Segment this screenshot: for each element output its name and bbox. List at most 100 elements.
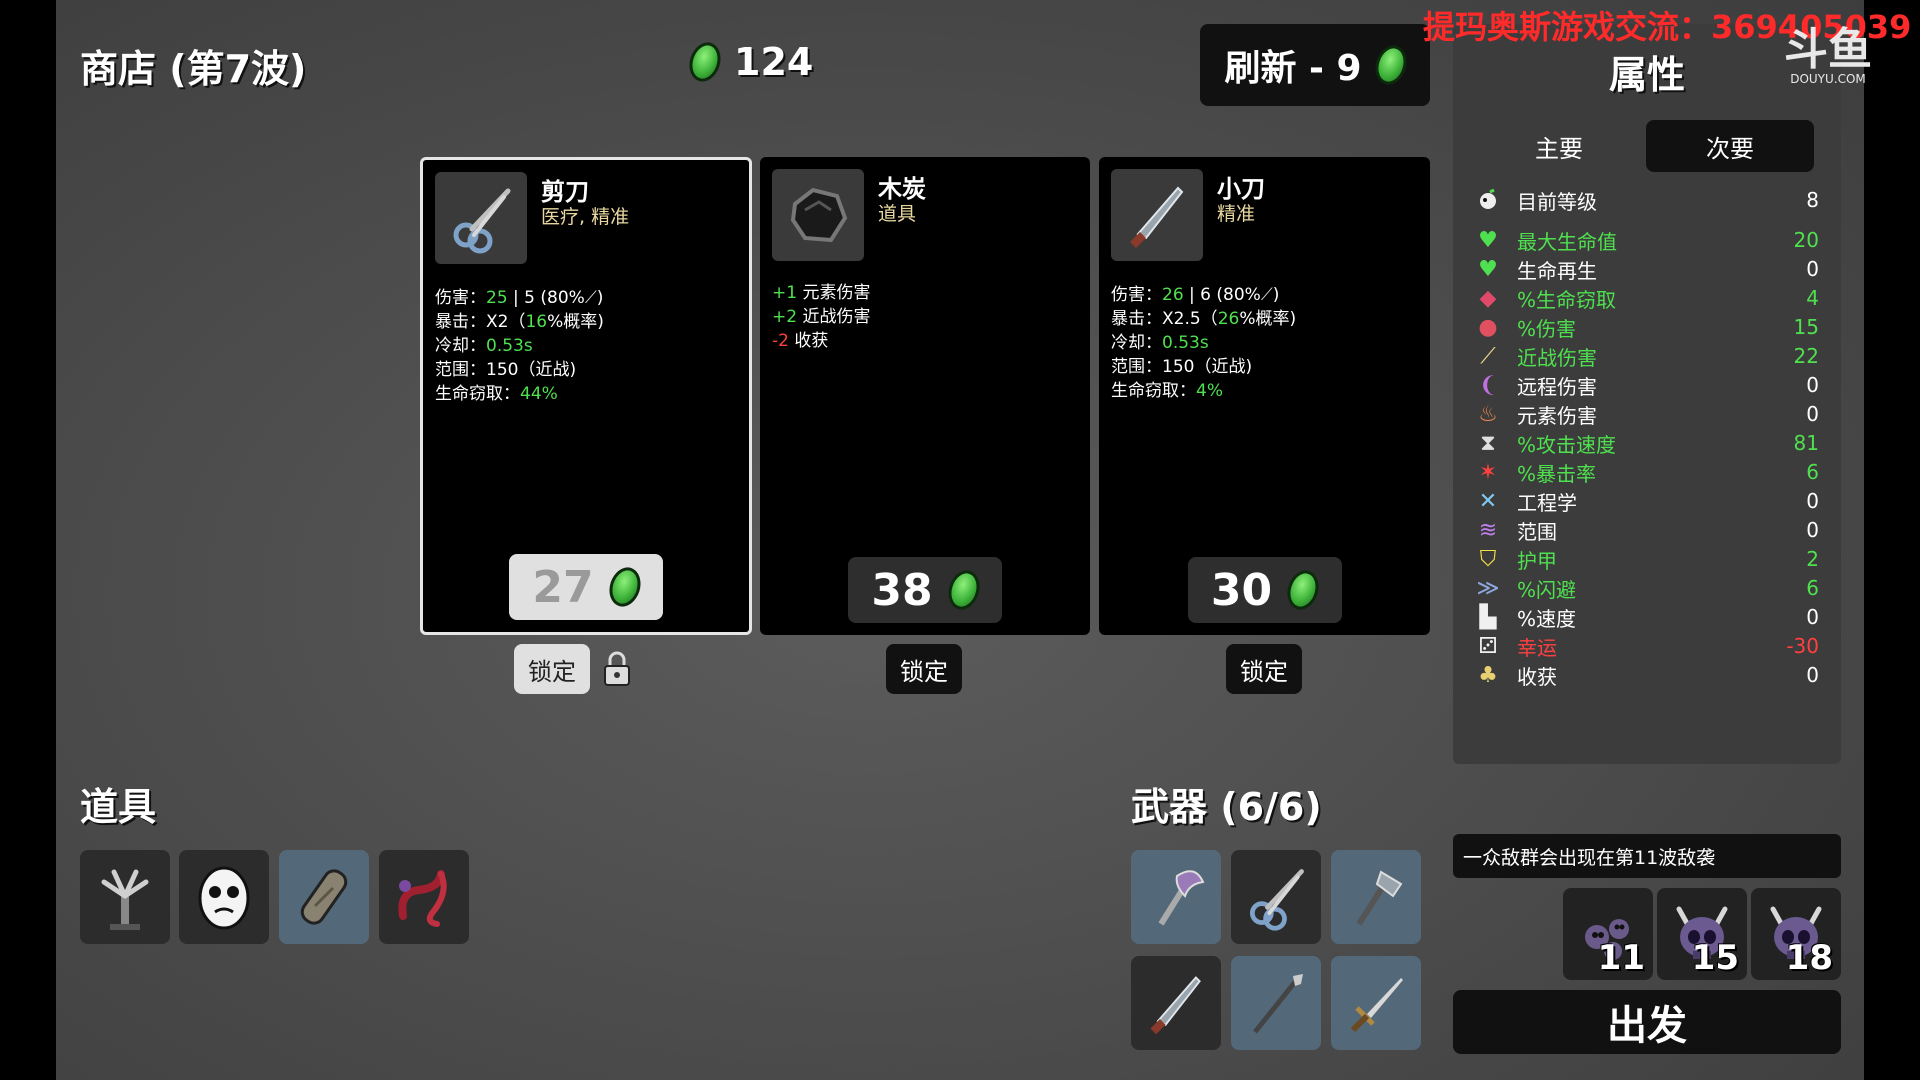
lock-button[interactable]: 锁定 (514, 644, 590, 694)
sword-icon (1350, 978, 1403, 1033)
price-value: 30 (1210, 564, 1273, 616)
item-slot[interactable] (279, 850, 369, 944)
stat-label: 幸运 (1517, 635, 1557, 660)
stat-range: 范围：150（近战) (1111, 357, 1253, 377)
material-coin-icon (1282, 566, 1324, 614)
card-tags: 精准 (1217, 203, 1256, 225)
stat-row: ❨ 远程伤害 0 (1475, 371, 1819, 399)
stat-crit: 暴击：X2.5（26%概率) (1111, 309, 1297, 329)
stat-label: 生命再生 (1517, 258, 1597, 283)
item-slot[interactable] (80, 850, 170, 944)
buy-button[interactable]: 30 (1187, 557, 1342, 623)
material-coin-icon (1370, 41, 1411, 89)
stat-value: 0 (1806, 402, 1819, 426)
item-slot[interactable] (179, 850, 269, 944)
price-value: 27 (532, 561, 594, 613)
stat-value: 2 (1806, 547, 1819, 571)
buy-button[interactable]: 27 (509, 554, 663, 620)
stat-value: 20 (1793, 228, 1819, 252)
weapon-slot[interactable] (1131, 850, 1221, 944)
reroll-button[interactable]: 刷新 - 9 (1200, 24, 1430, 106)
stat-value: 22 (1793, 344, 1819, 368)
wrench-icon: ✕ (1478, 488, 1498, 514)
knife-icon (1150, 976, 1201, 1035)
stat-row: ▙ %速度 0 (1475, 603, 1819, 631)
stat-cooldown: 冷却：0.53s (435, 336, 533, 356)
stat-label: %速度 (1517, 606, 1577, 631)
weapon-slot[interactable] (1331, 956, 1421, 1050)
start-wave-button[interactable]: 出发 (1453, 990, 1841, 1054)
bandage-icon (300, 869, 348, 925)
reroll-label: 刷新 - 9 (1224, 48, 1362, 89)
crit-icon: ✶ (1478, 459, 1498, 485)
effect-harvest: -2 收获 (772, 331, 829, 351)
stat-label: 元素伤害 (1517, 403, 1597, 428)
effect-melee: +2 近战伤害 (772, 307, 871, 327)
effect-elemental: +1 元素伤害 (772, 283, 871, 303)
stat-label: %暴击率 (1517, 461, 1597, 486)
heart-plus-icon: ♥ (1478, 256, 1498, 282)
stat-range: 范围：150（近战) (435, 360, 577, 380)
weapon-slot[interactable] (1231, 956, 1321, 1050)
enemy-count: 18 (1785, 938, 1833, 978)
shop-card-knife[interactable]: 小刀 精准 伤害：26 | 6 (80%⟋) 暴击：X2.5（26%概率) 冷却… (1099, 157, 1430, 635)
coal-icon (772, 169, 864, 261)
stat-label: 近战伤害 (1517, 345, 1597, 370)
currency-amount: 124 (734, 40, 814, 84)
buy-button[interactable]: 38 (848, 557, 1002, 623)
stat-lifesteal: 生命窃取：4% (1111, 381, 1223, 401)
stat-lifesteal: 生命窃取：44% (435, 384, 558, 404)
double-axe-icon (1158, 870, 1205, 926)
stats-title: 属性 (1608, 53, 1685, 97)
weapon-slot[interactable] (1131, 956, 1221, 1050)
stat-crit: 暴击：X2（16%概率) (435, 312, 604, 332)
stat-cooldown: 冷却：0.53s (1111, 333, 1209, 353)
item-slot[interactable] (379, 850, 469, 944)
shop-screen: 商店 (第7波) 124 刷新 - 9 剪刀 医疗, 精准 伤害：25 | 5 … (56, 0, 1864, 1080)
stat-label: 工程学 (1517, 490, 1577, 515)
stat-value: 0 (1806, 373, 1819, 397)
hatchet-icon (1356, 870, 1403, 926)
stat-row: ≫ %闪避 6 (1475, 574, 1819, 602)
stat-damage: 伤害：25 | 5 (80%⟋) (435, 288, 604, 308)
tab-primary[interactable]: 主要 (1481, 120, 1637, 172)
shop-card-charcoal[interactable]: 木炭 道具 +1 元素伤害 +2 近战伤害 -2 收获 38 (760, 157, 1090, 635)
stat-label: %生命窃取 (1517, 287, 1617, 312)
melee-icon: ⟋ (584, 288, 597, 308)
material-coin-icon (684, 38, 726, 86)
stat-value: 0 (1806, 663, 1819, 687)
stat-label: 收获 (1517, 664, 1557, 689)
stat-value: 0 (1806, 257, 1819, 281)
stat-value: -30 (1786, 634, 1819, 658)
stat-label: 范围 (1517, 519, 1557, 544)
boot-icon: ▙ (1479, 604, 1497, 630)
lock-button[interactable]: 锁定 (1226, 644, 1302, 694)
card-tags: 医疗, 精准 (541, 206, 630, 228)
stat-row: ◆ %生命窃取 4 (1475, 284, 1819, 312)
stat-row: ≋ 范围 0 (1475, 516, 1819, 544)
stat-value: 15 (1793, 315, 1819, 339)
stat-label: 远程伤害 (1517, 374, 1597, 399)
knife-icon (1111, 169, 1203, 261)
currency-display: 124 (684, 38, 814, 86)
stat-row: ✶ %暴击率 6 (1475, 458, 1819, 486)
stat-value: 81 (1793, 431, 1819, 455)
lock-button[interactable]: 锁定 (886, 644, 962, 694)
stat-row: ⛉ 护甲 2 (1475, 545, 1819, 573)
stat-label: %攻击速度 (1517, 432, 1617, 457)
douyu-logo: 斗鱼 DOUYU.COM (1784, 24, 1872, 87)
stat-label: 护甲 (1517, 548, 1557, 573)
material-coin-icon (604, 563, 646, 611)
weapon-slot[interactable] (1231, 850, 1321, 944)
scissors-icon (435, 172, 527, 264)
tab-secondary[interactable]: 次要 (1646, 120, 1814, 172)
enemy-count: 11 (1597, 938, 1645, 978)
weapon-slot[interactable] (1331, 850, 1421, 944)
material-coin-icon (943, 566, 985, 614)
enemy-slot: 18 (1751, 888, 1841, 980)
card-effects: +1 元素伤害 +2 近战伤害 -2 收获 (772, 281, 870, 353)
fang-icon: ◆ (1479, 285, 1497, 311)
melee-icon: ⟋ (1260, 285, 1273, 305)
stat-label: %伤害 (1517, 316, 1577, 341)
shop-card-scissors[interactable]: 剪刀 医疗, 精准 伤害：25 | 5 (80%⟋) 暴击：X2（16%概率) … (420, 157, 752, 635)
